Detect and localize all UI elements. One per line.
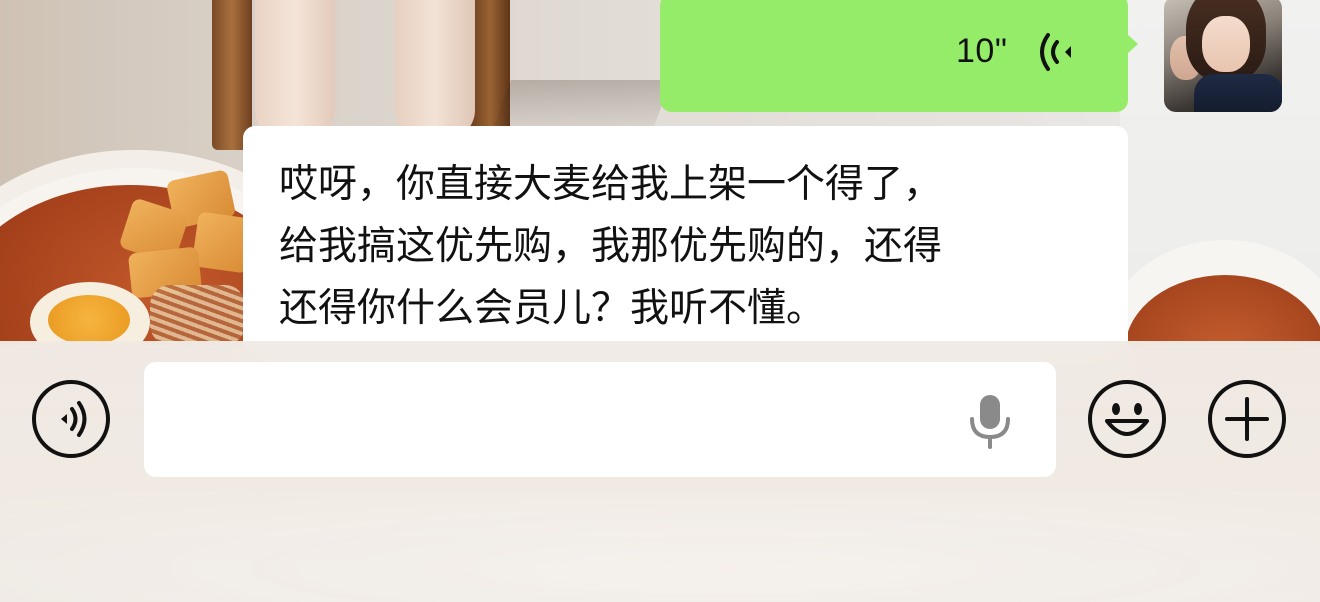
voice-mode-icon[interactable] — [31, 379, 111, 459]
incoming-text-message[interactable]: 哎呀，你直接大麦给我上架一个得了， 给我搞这优先购，我那优先购的，还得 还得你什… — [243, 126, 1128, 366]
emoji-smile-icon[interactable] — [1087, 379, 1167, 459]
voice-wave-icon — [1040, 33, 1071, 71]
chat-input-bar — [0, 341, 1320, 602]
voice-duration: 10" — [956, 32, 1008, 70]
plus-circle-icon[interactable] — [1207, 379, 1287, 459]
chat-screen: 10" 哎呀，你直接大麦给我上架一个得了， 给我搞这优先购，我那优先购的，还得 … — [0, 0, 1320, 602]
contact-avatar[interactable] — [1164, 0, 1282, 112]
microphone-icon[interactable] — [968, 393, 1012, 449]
message-text: 哎呀，你直接大麦给我上架一个得了， 给我搞这优先购，我那优先购的，还得 还得你什… — [279, 162, 943, 331]
message-input[interactable] — [144, 362, 1056, 477]
outgoing-voice-message[interactable]: 10" — [660, 0, 1138, 112]
